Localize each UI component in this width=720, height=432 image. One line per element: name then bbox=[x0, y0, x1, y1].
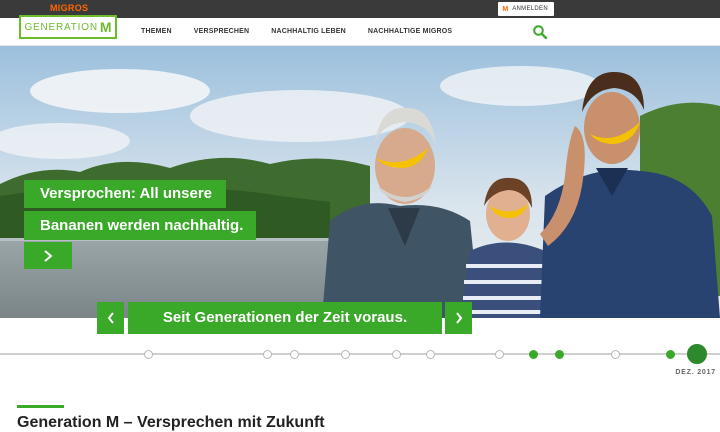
timeline-current-label: DEZ. 2017 bbox=[675, 369, 716, 376]
tagline: Seit Generationen der Zeit voraus. bbox=[128, 302, 442, 334]
nav-item-nachhaltige-migros[interactable]: NACHHALTIGE MIGROS bbox=[368, 28, 452, 35]
timeline-point[interactable] bbox=[263, 350, 272, 359]
migros-m-icon: M bbox=[502, 5, 509, 13]
timeline: DEZ. 2017 bbox=[0, 344, 720, 385]
title-accent-bar bbox=[17, 405, 64, 408]
tagline-prev-button[interactable] bbox=[97, 302, 124, 334]
chevron-left-icon bbox=[107, 312, 114, 324]
page-title: Generation M – Versprechen mit Zukunft bbox=[17, 414, 325, 431]
headline-link-button[interactable] bbox=[24, 242, 72, 269]
hero-image: Versprochen: All unsere Bananen werden n… bbox=[0, 46, 720, 318]
login-label: ANMELDEN bbox=[512, 6, 548, 12]
timeline-point[interactable] bbox=[392, 350, 401, 359]
timeline-point[interactable] bbox=[611, 350, 620, 359]
nav-item-nachhaltig-leben[interactable]: NACHHALTIG LEBEN bbox=[271, 28, 346, 35]
logo-text: GENERATION bbox=[24, 21, 98, 33]
timeline-point-active[interactable] bbox=[666, 350, 675, 359]
timeline-point-current[interactable] bbox=[687, 344, 707, 364]
headline-line-1: Versprochen: All unsere bbox=[24, 180, 227, 208]
nav-item-themen[interactable]: THEMEN bbox=[141, 28, 172, 35]
migros-logo[interactable]: MIGROS bbox=[50, 3, 88, 13]
chevron-right-icon bbox=[455, 312, 462, 324]
nav-item-versprechen[interactable]: VERSPRECHEN bbox=[194, 28, 250, 35]
timeline-point[interactable] bbox=[290, 350, 299, 359]
timeline-point-active[interactable] bbox=[555, 350, 564, 359]
timeline-point-active[interactable] bbox=[529, 350, 538, 359]
login-button[interactable]: M ANMELDEN bbox=[498, 2, 554, 16]
generation-m-logo[interactable]: GENERATION M bbox=[19, 15, 117, 39]
search-icon[interactable] bbox=[532, 24, 548, 40]
logo-letter: M bbox=[99, 19, 112, 35]
timeline-point[interactable] bbox=[426, 350, 435, 359]
timeline-point[interactable] bbox=[144, 350, 153, 359]
headline-line-2: Bananen werden nachhaltig. bbox=[24, 211, 257, 240]
tagline-next-button[interactable] bbox=[445, 302, 472, 334]
nav-items: THEMEN VERSPRECHEN NACHHALTIG LEBEN NACH… bbox=[141, 28, 452, 35]
timeline-point[interactable] bbox=[495, 350, 504, 359]
timeline-point[interactable] bbox=[341, 350, 350, 359]
chevron-right-icon bbox=[44, 249, 53, 262]
